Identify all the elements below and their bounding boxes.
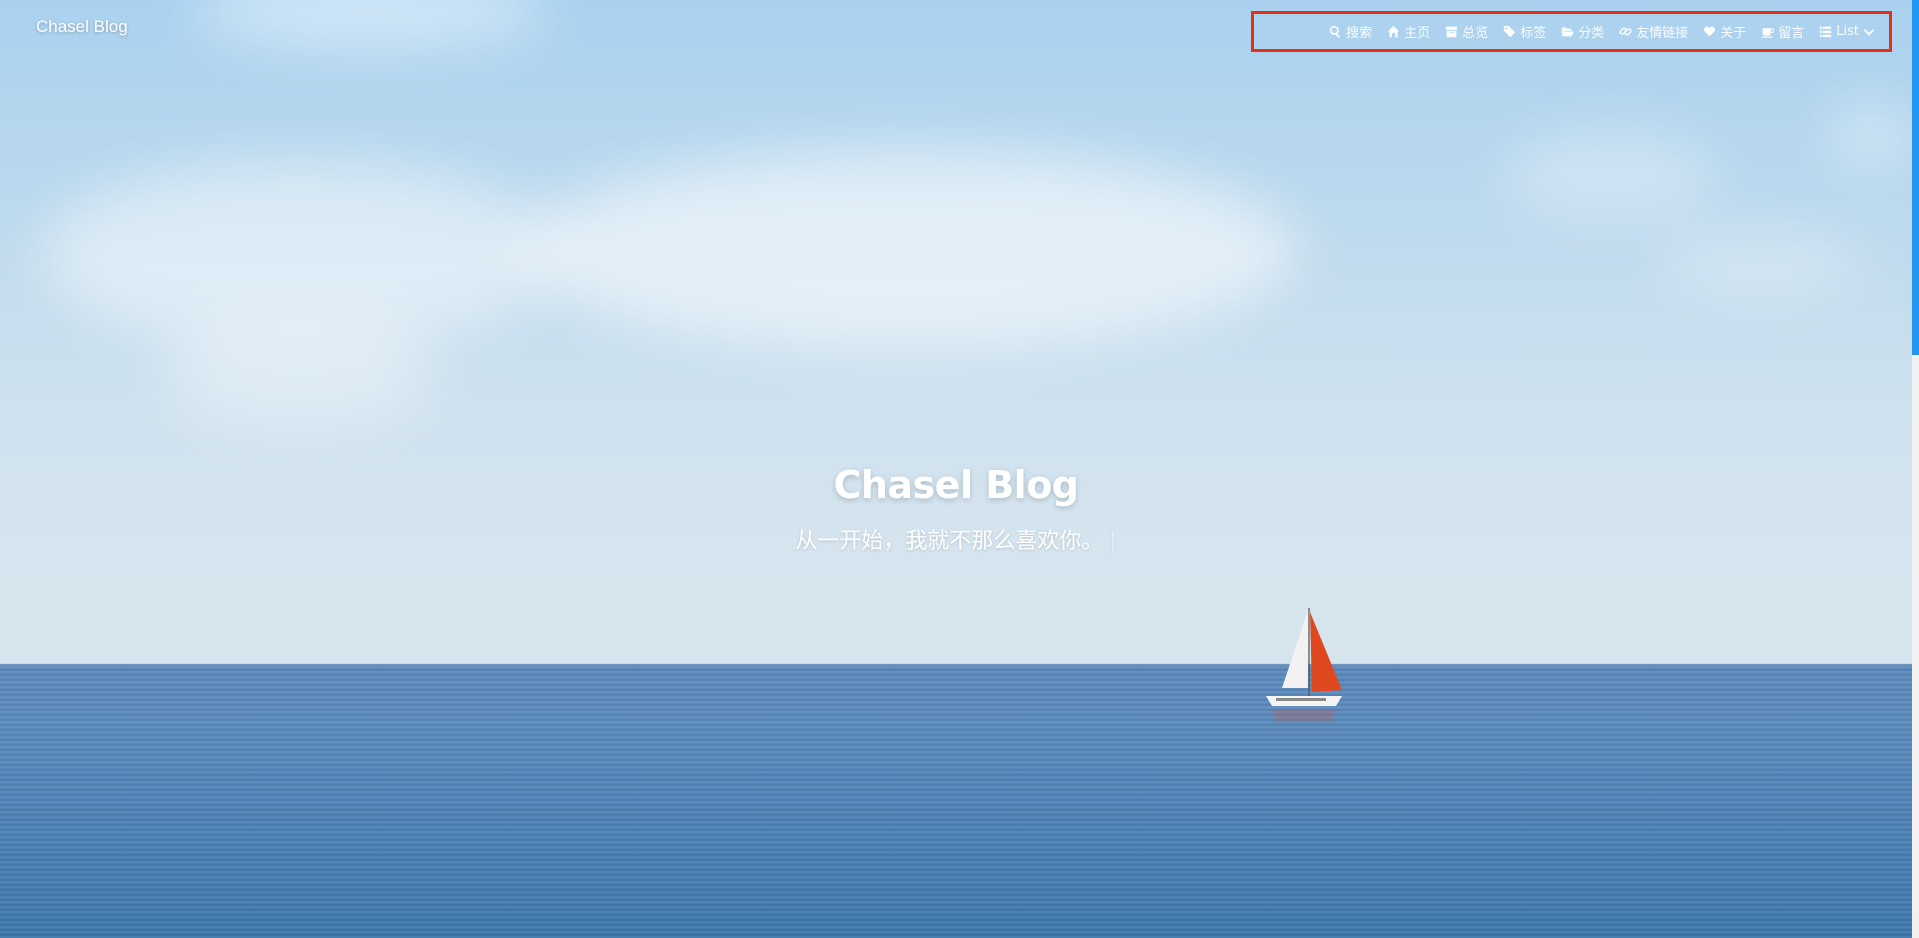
coffee-icon bbox=[1762, 28, 1775, 38]
nav-item-label: 留言 bbox=[1778, 26, 1805, 41]
brand-logo[interactable]: Chasel Blog bbox=[36, 17, 128, 37]
list-icon bbox=[1820, 26, 1832, 38]
cloud bbox=[1500, 130, 1720, 220]
nav-item-label: 搜索 bbox=[1346, 26, 1373, 41]
nav-item-home[interactable]: 主页 bbox=[1387, 22, 1430, 41]
hero-subtitle: 从一开始，我就不那么喜欢你。 | bbox=[0, 523, 1912, 555]
nav-item-guestbook[interactable]: 留言 bbox=[1761, 22, 1804, 41]
nav-item-about[interactable]: 关于 bbox=[1703, 22, 1746, 41]
link-icon bbox=[1619, 27, 1632, 36]
heart-icon bbox=[1704, 26, 1716, 37]
cloud bbox=[1830, 110, 1910, 160]
nav-item-tags[interactable]: 标签 bbox=[1503, 22, 1546, 41]
nav-item-archive[interactable]: 总览 bbox=[1445, 22, 1488, 41]
cloud bbox=[190, 0, 550, 50]
nav-item-links[interactable]: 友情链接 bbox=[1619, 22, 1688, 41]
scrollbar[interactable] bbox=[1912, 0, 1919, 938]
nav-item-label: 分类 bbox=[1578, 26, 1605, 41]
nav-item-list-dropdown[interactable]: List bbox=[1819, 24, 1875, 39]
typing-cursor: | bbox=[1109, 529, 1117, 554]
main-nav: 搜索 主页 总览 标签 分类 友情链接 关于 留言 List bbox=[1251, 11, 1892, 52]
tags-icon bbox=[1504, 25, 1516, 38]
chevron-down-icon bbox=[1863, 28, 1875, 36]
cloud bbox=[1660, 230, 1860, 300]
nav-item-label: 关于 bbox=[1720, 26, 1747, 41]
search-icon bbox=[1329, 25, 1341, 38]
cloud bbox=[160, 320, 440, 430]
typed-text: 从一开始，我就不那么喜欢你。 bbox=[795, 529, 1104, 554]
archive-icon bbox=[1445, 26, 1458, 38]
nav-item-label: 主页 bbox=[1404, 26, 1431, 41]
cloud bbox=[520, 150, 1300, 350]
sailboat-image bbox=[1266, 608, 1342, 722]
nav-item-search[interactable]: 搜索 bbox=[1329, 22, 1372, 41]
nav-item-label: 友情链接 bbox=[1636, 26, 1689, 41]
nav-item-categories[interactable]: 分类 bbox=[1561, 22, 1604, 41]
nav-item-label: 总览 bbox=[1462, 26, 1489, 41]
home-icon bbox=[1387, 25, 1400, 38]
folder-open-icon bbox=[1562, 27, 1575, 37]
nav-item-label: 标签 bbox=[1520, 26, 1547, 41]
sea bbox=[0, 666, 1912, 938]
scrollbar-thumb[interactable] bbox=[1912, 0, 1919, 355]
hero-title: Chasel Blog bbox=[833, 463, 1079, 507]
nav-item-label: List bbox=[1836, 24, 1859, 39]
